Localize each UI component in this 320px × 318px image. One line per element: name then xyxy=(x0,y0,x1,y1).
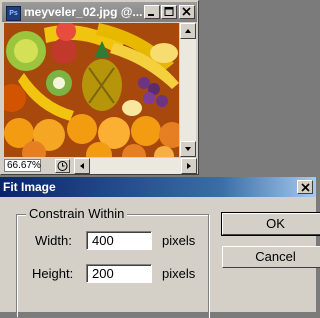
maximize-button[interactable] xyxy=(161,5,177,19)
cancel-button[interactable]: Cancel xyxy=(222,246,320,268)
close-button[interactable] xyxy=(179,5,195,19)
scroll-up-button[interactable] xyxy=(180,23,196,39)
minimize-icon xyxy=(148,14,154,16)
document-window: Ps meyveler_02.jpg @... 66.67% xyxy=(0,0,199,175)
height-input[interactable]: 200 xyxy=(86,264,152,283)
arrow-left-icon xyxy=(80,163,84,169)
close-icon xyxy=(182,7,191,16)
arrow-right-icon xyxy=(187,163,191,169)
dialog-title: Fit Image xyxy=(3,180,56,194)
width-unit: pixels xyxy=(162,233,196,248)
fruit-photo xyxy=(4,23,179,157)
dialog-title-bar[interactable]: Fit Image xyxy=(0,177,316,197)
arrow-up-icon xyxy=(185,29,191,33)
width-label: Width: xyxy=(35,233,72,248)
info-icon xyxy=(57,161,68,171)
constrain-within-label: Constrain Within xyxy=(26,206,128,221)
close-icon xyxy=(301,183,310,192)
zoom-field[interactable]: 66.67% xyxy=(4,159,41,172)
height-unit: pixels xyxy=(162,266,196,281)
fit-image-dialog: Fit Image Constrain Within Width: 400 pi… xyxy=(0,177,320,318)
scroll-right-button[interactable] xyxy=(181,158,197,174)
horizontal-scrollbar[interactable] xyxy=(74,158,197,174)
ok-button[interactable]: OK xyxy=(221,212,320,236)
width-input[interactable]: 400 xyxy=(86,231,152,250)
height-label: Height: xyxy=(32,266,74,281)
ps-icon: Ps xyxy=(6,6,21,21)
maximize-icon xyxy=(164,7,174,16)
document-title: meyveler_02.jpg @... xyxy=(24,5,142,19)
image-canvas[interactable] xyxy=(4,23,179,157)
scroll-left-button[interactable] xyxy=(74,158,90,174)
scroll-down-button[interactable] xyxy=(180,141,196,157)
status-bar: 66.67% xyxy=(2,158,197,174)
info-button[interactable] xyxy=(55,159,70,173)
arrow-down-icon xyxy=(185,147,191,151)
vertical-scrollbar[interactable] xyxy=(180,23,196,157)
document-title-bar[interactable]: Ps meyveler_02.jpg @... xyxy=(2,2,197,22)
dialog-close-button[interactable] xyxy=(297,180,313,194)
minimize-button[interactable] xyxy=(144,5,160,19)
